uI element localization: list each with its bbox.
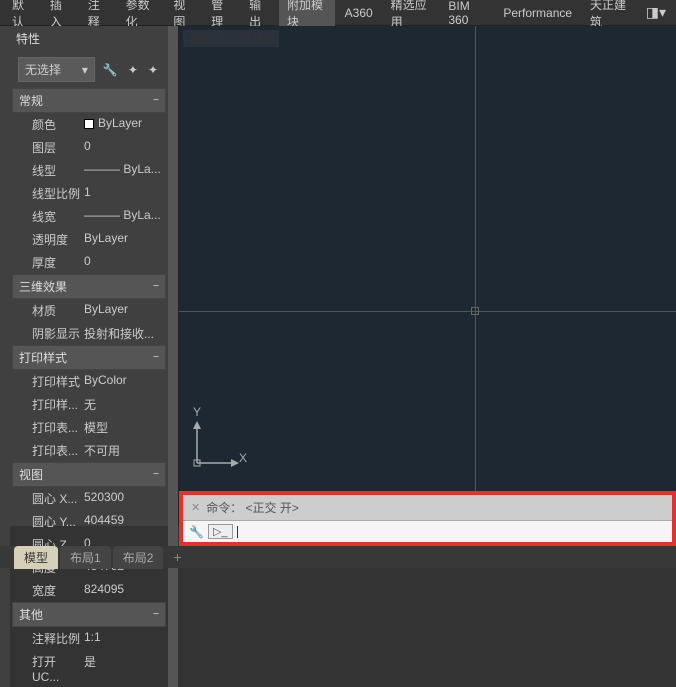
panel-title: 特性 [10,26,168,51]
select-objects-icon[interactable]: ✦ [126,61,140,79]
scrollbar[interactable] [168,26,178,687]
prop-annoscale[interactable]: 注释比例1:1 [10,627,168,650]
prop-plotstyle-name[interactable]: 打印样...无 [10,393,168,416]
prop-linetype-scale[interactable]: 线型比例1 [10,182,168,205]
prop-layer[interactable]: 图层0 [10,136,168,159]
layout-tabs: 模型 布局1 布局2 + [0,546,676,568]
tab-layout2[interactable]: 布局2 [113,546,164,569]
prop-material[interactable]: 材质ByLayer [10,299,168,322]
properties-panel: 特性 无选择 ▾ 🔧 ✦ ✦ 常规 − 颜色ByLayer 图层0 线型——— … [0,26,179,526]
prop-linetype[interactable]: 线型——— ByLa... [10,159,168,182]
prop-plot-table-type[interactable]: 打印表...不可用 [10,439,168,462]
ucs-icon[interactable]: Y X [191,419,241,474]
prop-ucs-on[interactable]: 打开 UC...是 [10,650,168,687]
crosshair-center [471,307,479,315]
prop-thickness[interactable]: 厚度0 [10,251,168,274]
section-general[interactable]: 常规 − [12,88,166,113]
prop-width[interactable]: 宽度824095 [10,579,168,602]
prop-plotstyle[interactable]: 打印样式ByColor [10,370,168,393]
toggle-pickadd-icon[interactable]: ✦ [146,61,160,79]
collapse-icon: − [153,609,159,620]
close-icon[interactable]: ✕ [191,501,200,514]
prop-center-x[interactable]: 圆心 X...520300 [10,487,168,510]
collapse-icon: − [153,95,159,106]
chevron-down-icon: ▾ [82,63,88,77]
collapse-icon: − [153,281,159,292]
menu-a360[interactable]: A360 [337,2,381,24]
tab-model[interactable]: 模型 [14,546,58,569]
add-layout-icon[interactable]: + [165,549,189,565]
section-view[interactable]: 视图 − [12,462,166,487]
command-input-line[interactable]: 🔧 ▷_ [183,520,672,542]
command-prompt-icon: ▷_ [208,524,233,539]
crosshair-vertical [475,26,476,526]
command-history-text: 命令： <正交 开> [206,499,299,516]
tab-layout1[interactable]: 布局1 [60,546,111,569]
crosshair-horizontal [179,311,676,312]
panel-grip[interactable] [0,26,10,687]
collapse-icon: − [153,469,159,480]
quick-select-icon[interactable]: 🔧 [101,61,120,79]
color-swatch-icon [84,119,94,129]
menu-bar: 默认 插入 注释 参数化 视图 管理 输出 附加模块 A360 精选应用 BIM… [0,0,676,26]
object-selector[interactable]: 无选择 ▾ [18,57,95,82]
viewport-label[interactable]: [-][俯视][二维线框] [183,30,279,47]
prop-plot-table-attach[interactable]: 打印表...模型 [10,416,168,439]
command-cursor [237,526,238,538]
drawing-viewport[interactable]: [-][俯视][二维线框] Y X [179,26,676,526]
prop-shadow[interactable]: 阴影显示投射和接收... [10,322,168,345]
wrench-icon[interactable]: 🔧 [189,525,204,539]
section-other[interactable]: 其他 − [12,602,166,627]
selector-value: 无选择 [25,61,61,78]
command-history-line: ✕ 命令： <正交 开> [183,495,672,520]
section-plot[interactable]: 打印样式 − [12,345,166,370]
collapse-icon: − [153,352,159,363]
menu-overflow-icon[interactable]: ◨▾ [640,4,672,21]
ucs-x-label: X [239,451,247,465]
menu-performance[interactable]: Performance [495,2,580,24]
prop-lineweight[interactable]: 线宽——— ByLa... [10,205,168,228]
command-line-area: ✕ 命令： <正交 开> 🔧 ▷_ [179,491,676,546]
prop-transparency[interactable]: 透明度ByLayer [10,228,168,251]
prop-color[interactable]: 颜色ByLayer [10,113,168,136]
ucs-y-label: Y [193,405,201,419]
section-3d[interactable]: 三维效果 − [12,274,166,299]
prop-center-y[interactable]: 圆心 Y...404459 [10,510,168,533]
ucs-axes-icon [191,419,241,469]
